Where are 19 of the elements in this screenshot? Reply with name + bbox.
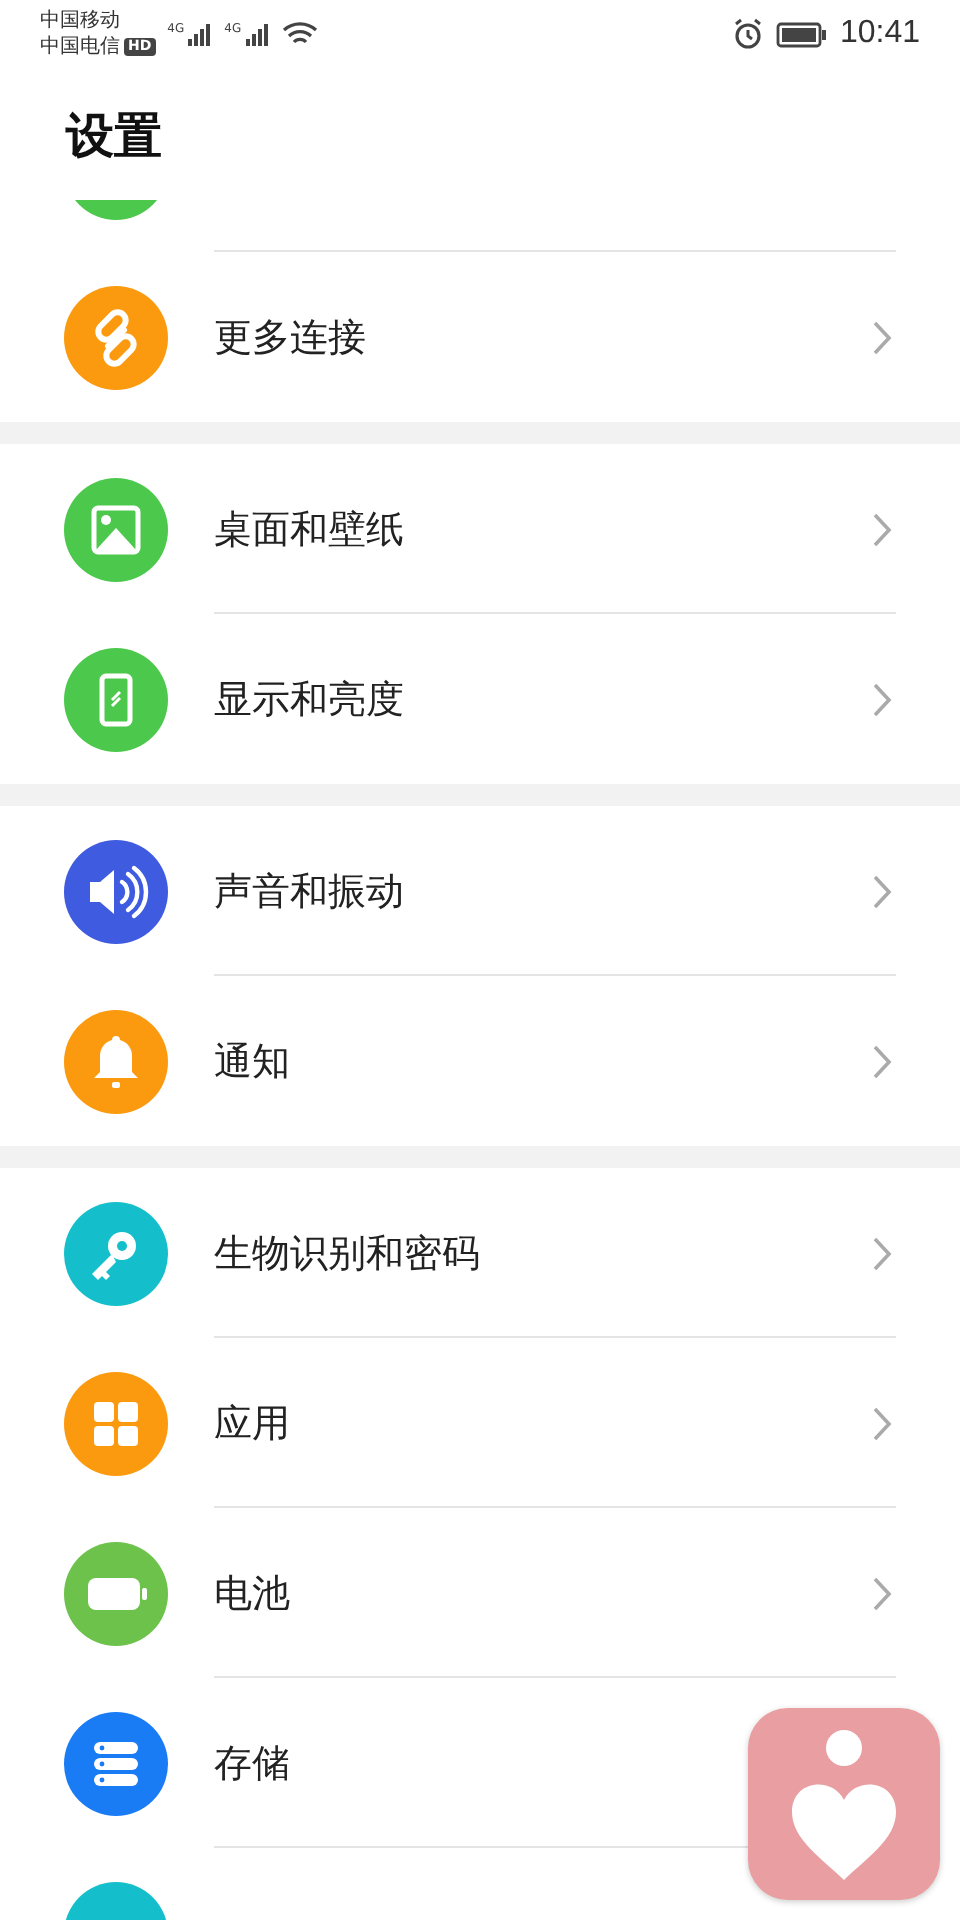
wifi-icon [281, 20, 318, 48]
carrier-name: 中国移动 [40, 10, 120, 32]
setting-label[interactable]: 声音和振动 [214, 865, 872, 917]
page-title: 设置 [63, 106, 164, 168]
setting-label[interactable]: 存储 [214, 1737, 960, 1789]
setting-label[interactable]: 通知 [214, 1035, 872, 1087]
alarm-icon [731, 18, 764, 50]
signal-icon [186, 21, 213, 47]
setting-label[interactable]: 更多连接 [214, 311, 872, 363]
carrier-name: 中国电信 [40, 36, 120, 58]
setting-label[interactable]: 生物识别和密码 [214, 1227, 872, 1279]
battery-icon [775, 21, 828, 47]
signal-icon [243, 21, 270, 47]
setting-label[interactable]: 电池 [214, 1567, 872, 1619]
setting-label[interactable]: 显示和亮度 [214, 673, 872, 725]
setting-label[interactable]: 应用 [214, 1397, 872, 1449]
floating-app-button[interactable] [748, 1708, 940, 1900]
clock-time: 10:41 [839, 16, 920, 52]
setting-label[interactable]: 桌面和壁纸 [214, 503, 872, 555]
